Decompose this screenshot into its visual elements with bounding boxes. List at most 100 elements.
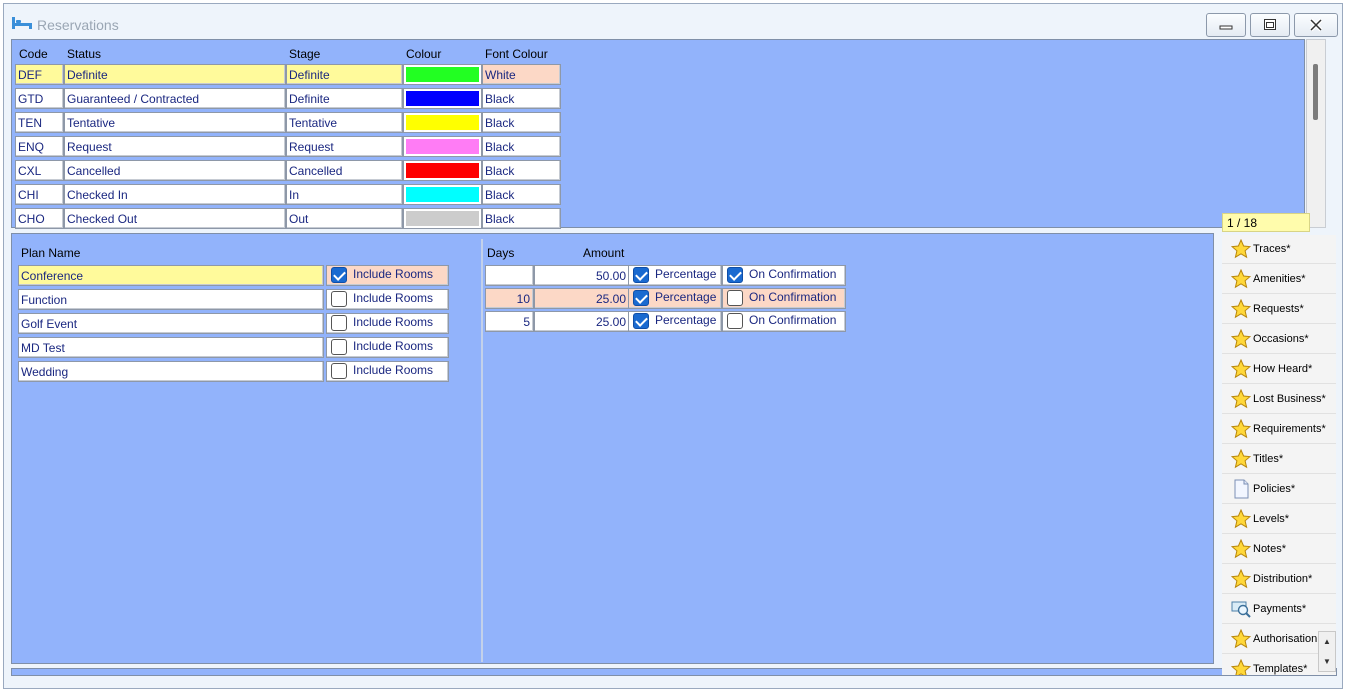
font-colour-cell[interactable]: Black bbox=[482, 184, 561, 205]
colour-swatch-cell[interactable] bbox=[403, 208, 482, 229]
sidebar-item-distribution[interactable]: Distribution* bbox=[1222, 565, 1336, 594]
percentage-cell[interactable]: Percentage bbox=[628, 311, 722, 332]
status-name-cell[interactable]: Request bbox=[64, 136, 286, 157]
status-name-cell[interactable]: Definite bbox=[64, 64, 286, 85]
status-stage-cell[interactable]: Definite bbox=[286, 64, 403, 85]
percentage-cell[interactable]: Percentage bbox=[628, 288, 722, 309]
include-rooms-cell[interactable]: Include Rooms bbox=[326, 361, 449, 382]
font-colour-cell[interactable]: Black bbox=[482, 88, 561, 109]
include-rooms-checkbox[interactable] bbox=[331, 363, 347, 379]
plan-name-cell[interactable]: Conference bbox=[18, 265, 324, 286]
plan-name-cell[interactable]: Wedding bbox=[18, 361, 324, 382]
font-colour-cell[interactable]: Black bbox=[482, 136, 561, 157]
sidebar-item-how-heard[interactable]: How Heard* bbox=[1222, 355, 1336, 384]
colour-swatch bbox=[406, 187, 479, 202]
on-confirmation-cell[interactable]: On Confirmation bbox=[722, 288, 846, 309]
status-name-cell[interactable]: Tentative bbox=[64, 112, 286, 133]
document-icon bbox=[1231, 479, 1251, 499]
status-code-cell[interactable]: CHI bbox=[15, 184, 64, 205]
sidebar-item-label: Notes* bbox=[1253, 543, 1287, 555]
close-button[interactable] bbox=[1294, 13, 1338, 37]
star-icon bbox=[1230, 568, 1252, 589]
on-confirmation-checkbox[interactable] bbox=[727, 313, 743, 329]
status-code-cell[interactable]: GTD bbox=[15, 88, 64, 109]
percentage-checkbox[interactable] bbox=[633, 267, 649, 283]
include-rooms-cell[interactable]: Include Rooms bbox=[326, 265, 449, 286]
sidebar-item-titles[interactable]: Titles* bbox=[1222, 445, 1336, 474]
plan-name-cell[interactable]: Function bbox=[18, 289, 324, 310]
colour-swatch-cell[interactable] bbox=[403, 160, 482, 181]
star-icon bbox=[1230, 538, 1252, 559]
colour-swatch-cell[interactable] bbox=[403, 64, 482, 85]
sidebar-item-lost-business[interactable]: Lost Business* bbox=[1222, 385, 1336, 414]
colour-swatch-cell[interactable] bbox=[403, 112, 482, 133]
sidebar-item-label: Templates* bbox=[1253, 663, 1308, 675]
sidebar-item-amenities[interactable]: Amenities* bbox=[1222, 265, 1336, 294]
status-stage-cell[interactable]: Cancelled bbox=[286, 160, 403, 181]
include-rooms-checkbox[interactable] bbox=[331, 339, 347, 355]
on-confirmation-cell[interactable]: On Confirmation bbox=[722, 311, 846, 332]
scroll-down-button[interactable]: ▼ bbox=[1319, 652, 1335, 671]
status-code-cell[interactable]: ENQ bbox=[15, 136, 64, 157]
font-colour-cell[interactable]: Black bbox=[482, 112, 561, 133]
sidebar-item-payments[interactable]: Payments* bbox=[1222, 595, 1336, 624]
font-colour-cell[interactable]: White bbox=[482, 64, 561, 85]
include-rooms-cell[interactable]: Include Rooms bbox=[326, 313, 449, 334]
font-colour-cell[interactable]: Black bbox=[482, 160, 561, 181]
colour-swatch-cell[interactable] bbox=[403, 88, 482, 109]
amount-cell[interactable]: 25.00 bbox=[534, 288, 630, 309]
status-code-cell[interactable]: CHO bbox=[15, 208, 64, 229]
minimize-button[interactable] bbox=[1206, 13, 1246, 37]
status-stage-cell[interactable]: Request bbox=[286, 136, 403, 157]
maximize-button[interactable] bbox=[1250, 13, 1290, 37]
sidebar-item-policies[interactable]: Policies* bbox=[1222, 475, 1336, 504]
sidebar-item-traces[interactable]: Traces* bbox=[1222, 235, 1336, 264]
status-name-cell[interactable]: Checked Out bbox=[64, 208, 286, 229]
include-rooms-checkbox[interactable] bbox=[331, 315, 347, 331]
percentage-cell[interactable]: Percentage bbox=[628, 265, 722, 286]
amount-cell[interactable]: 25.00 bbox=[534, 311, 630, 332]
sidebar-item-label: Occasions* bbox=[1253, 333, 1309, 345]
sidebar-item-notes[interactable]: Notes* bbox=[1222, 535, 1336, 564]
sidebar-item-label: Requirements* bbox=[1253, 423, 1326, 435]
percentage-checkbox[interactable] bbox=[633, 313, 649, 329]
status-stage-cell[interactable]: In bbox=[286, 184, 403, 205]
plan-name-cell[interactable]: Golf Event bbox=[18, 313, 324, 334]
status-code-cell[interactable]: TEN bbox=[15, 112, 64, 133]
status-name-cell[interactable]: Checked In bbox=[64, 184, 286, 205]
sidebar-item-occasions[interactable]: Occasions* bbox=[1222, 325, 1336, 354]
include-rooms-cell[interactable]: Include Rooms bbox=[326, 289, 449, 310]
sidebar-item-levels[interactable]: Levels* bbox=[1222, 505, 1336, 534]
font-colour-cell[interactable]: Black bbox=[482, 208, 561, 229]
on-confirmation-checkbox[interactable] bbox=[727, 267, 743, 283]
status-stage-cell[interactable]: Out bbox=[286, 208, 403, 229]
days-cell[interactable]: 10 bbox=[485, 288, 534, 309]
percentage-label: Percentage bbox=[655, 313, 717, 328]
on-confirmation-cell[interactable]: On Confirmation bbox=[722, 265, 846, 286]
amount-cell[interactable]: 50.00 bbox=[534, 265, 630, 286]
scroll-up-button[interactable]: ▲ bbox=[1319, 632, 1335, 651]
status-name-cell[interactable]: Guaranteed / Contracted bbox=[64, 88, 286, 109]
sidebar-item-requirements[interactable]: Requirements* bbox=[1222, 415, 1336, 444]
scrollbar-thumb[interactable] bbox=[1313, 64, 1318, 120]
sidebar-item-requests[interactable]: Requests* bbox=[1222, 295, 1336, 324]
include-rooms-checkbox[interactable] bbox=[331, 267, 347, 283]
on-confirmation-checkbox[interactable] bbox=[727, 290, 743, 306]
status-code-cell[interactable]: CXL bbox=[15, 160, 64, 181]
percentage-checkbox[interactable] bbox=[633, 290, 649, 306]
include-rooms-checkbox[interactable] bbox=[331, 291, 347, 307]
days-cell[interactable] bbox=[485, 265, 534, 286]
status-stage-cell[interactable]: Tentative bbox=[286, 112, 403, 133]
days-cell[interactable]: 5 bbox=[485, 311, 534, 332]
sidebar-item-label: Titles* bbox=[1253, 453, 1284, 465]
status-code-cell[interactable]: DEF bbox=[15, 64, 64, 85]
colour-swatch-cell[interactable] bbox=[403, 184, 482, 205]
colour-swatch-cell[interactable] bbox=[403, 136, 482, 157]
include-rooms-cell[interactable]: Include Rooms bbox=[326, 337, 449, 358]
on-confirmation-label: On Confirmation bbox=[749, 290, 837, 305]
status-name-cell[interactable]: Cancelled bbox=[64, 160, 286, 181]
maximize-icon bbox=[1264, 19, 1276, 30]
plan-name-cell[interactable]: MD Test bbox=[18, 337, 324, 358]
sidebar-scrollbar[interactable]: ▲ ▼ bbox=[1318, 631, 1336, 672]
status-stage-cell[interactable]: Definite bbox=[286, 88, 403, 109]
